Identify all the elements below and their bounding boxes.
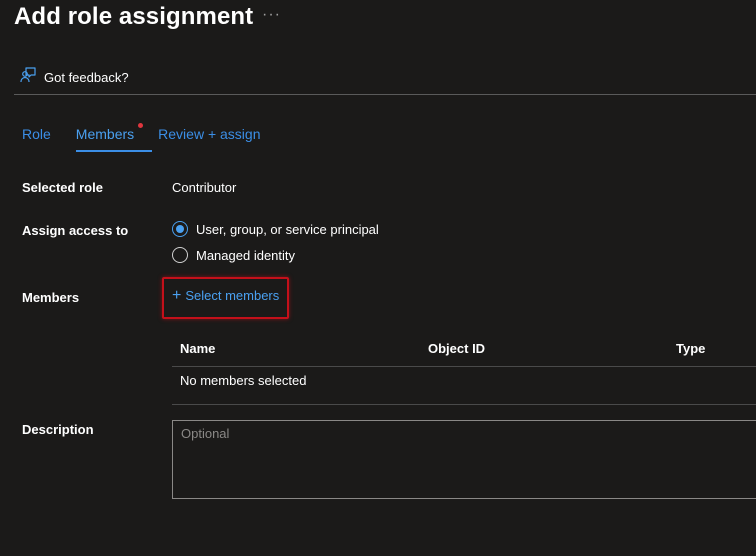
tab-list: Role Members Review + assign (22, 123, 260, 152)
radio-managed-identity-label: Managed identity (196, 247, 296, 263)
feedback-label: Got feedback? (44, 69, 129, 85)
empty-members-message: No members selected (180, 373, 307, 388)
column-header-object-id[interactable]: Object ID (428, 341, 485, 356)
selected-role-value: Contributor (172, 180, 237, 195)
required-indicator-dot (138, 123, 144, 128)
plus-icon: + (172, 286, 182, 304)
more-options-button[interactable]: ··· (262, 6, 281, 24)
tab-members-label: Members (75, 126, 135, 142)
header-divider (14, 94, 756, 95)
assign-access-label: Assign access to (22, 223, 129, 238)
got-feedback-button[interactable]: Got feedback? (20, 66, 129, 88)
radio-managed-identity[interactable]: Managed identity (172, 247, 295, 263)
page-title: Add role assignment (14, 3, 254, 30)
column-header-type[interactable]: Type (676, 341, 705, 356)
radio-user-group-sp-label: User, group, or service principal (196, 221, 379, 237)
members-table-header: Name Object ID Type (172, 340, 756, 367)
selected-role-label: Selected role (22, 180, 103, 195)
description-label: Description (22, 422, 94, 437)
members-label: Members (22, 290, 80, 305)
table-row: No members selected (172, 367, 756, 405)
radio-user-group-sp[interactable]: User, group, or service principal (172, 221, 379, 237)
description-input[interactable] (172, 420, 756, 499)
feedback-person-icon (20, 66, 37, 88)
column-header-name[interactable]: Name (180, 341, 215, 356)
radio-button-unchecked[interactable] (172, 247, 188, 263)
tab-members[interactable]: Members (75, 123, 153, 152)
select-members-button[interactable]: + Select members (172, 286, 280, 304)
select-members-label: Select members (185, 288, 280, 303)
tab-review-assign[interactable]: Review + assign (158, 126, 260, 152)
tab-role[interactable]: Role (22, 126, 51, 152)
radio-button-checked[interactable] (172, 221, 188, 237)
